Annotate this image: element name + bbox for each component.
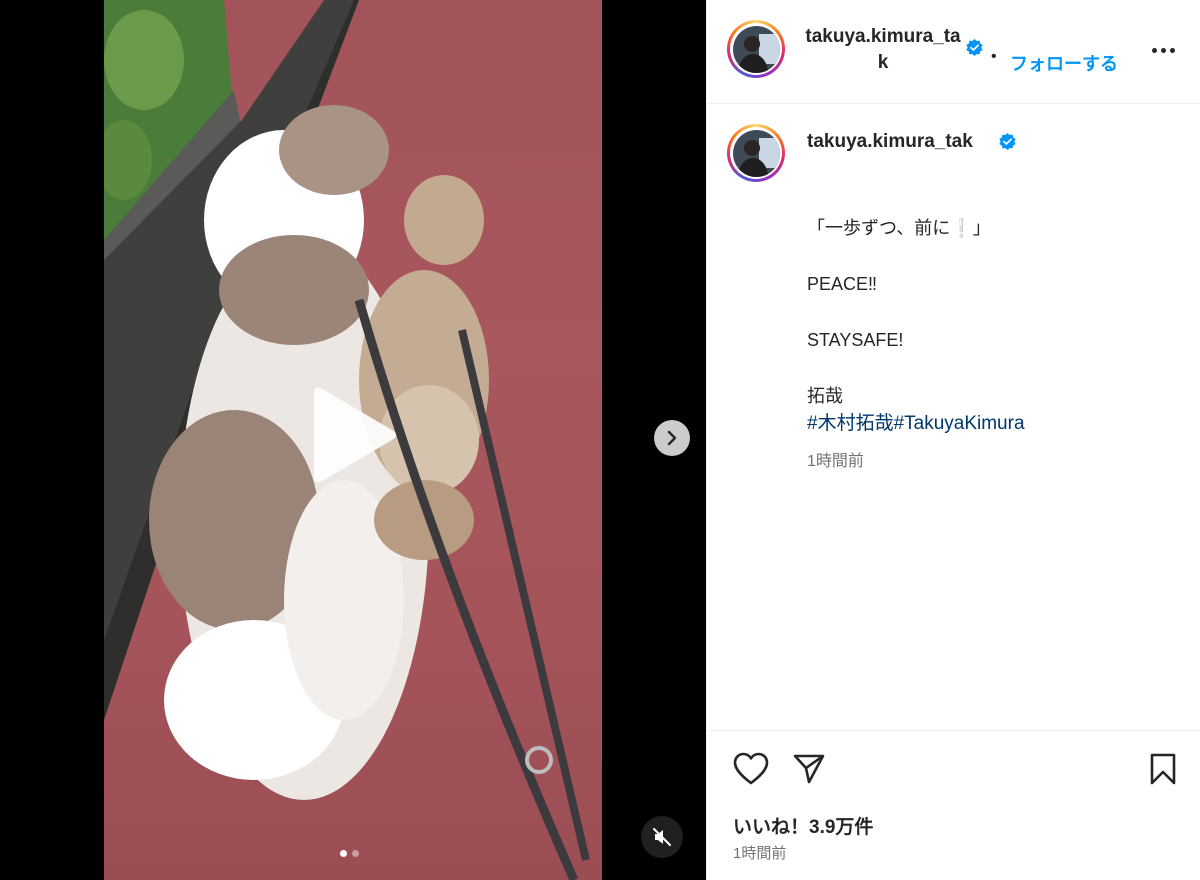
caption-line: PEACE‼︎ [807,274,878,294]
carousel-dot [340,850,347,857]
likes-count[interactable]: いいね！3.9万件 [733,812,873,839]
caption-avatar[interactable] [727,124,785,182]
caption-username[interactable]: takuya.kimura_tak [807,131,973,153]
post-side-panel: takuya.kimura_tak • フォローする takuya.kimura… [706,0,1200,880]
post-timestamp: 1時間前 [733,845,787,862]
chevron-right-icon[interactable] [654,420,690,456]
carousel-indicator [340,850,359,857]
play-icon[interactable] [300,380,400,490]
verified-badge-icon [998,132,1017,151]
post-media [0,0,706,880]
separator-dot: • [991,48,997,65]
caption-text: 「一歩ずつ、前に❕」 PEACE‼︎ STAYSAFE! 拓哉 #木村拓哉#Ta… [807,214,1177,438]
verified-badge-icon [965,38,984,57]
carousel-dot [352,850,359,857]
more-horizontal-icon[interactable] [1147,36,1179,64]
follow-button[interactable]: フォローする [1010,50,1118,76]
paper-plane-icon[interactable] [789,749,829,789]
caption-line: 拓哉 [807,386,843,406]
action-bar: いいね！3.9万件 1時間前 [707,730,1200,880]
caption-line: 「一歩ずつ、前に❕」 [807,218,991,238]
caption-timestamp: 1時間前 [807,453,864,470]
avatar[interactable] [727,20,785,78]
caption-area: takuya.kimura_tak 「一歩ずつ、前に❕」 PEACE‼︎ STA… [707,104,1200,730]
post-header: takuya.kimura_tak • フォローする [707,0,1200,104]
speaker-muted-icon[interactable] [641,816,683,858]
hashtag-links[interactable]: #木村拓哉#TakuyaKimura [807,410,1177,438]
heart-icon[interactable] [731,749,771,789]
bookmark-icon[interactable] [1143,749,1183,789]
caption-line: STAYSAFE! [807,330,904,350]
header-username[interactable]: takuya.kimura_tak [803,24,963,76]
